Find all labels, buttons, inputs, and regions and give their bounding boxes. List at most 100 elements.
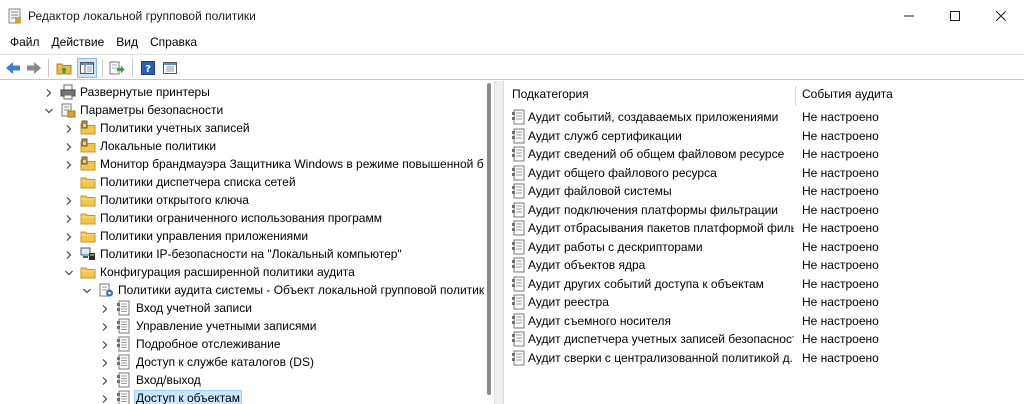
tree-node[interactable]: Параметры безопасности [44,101,224,119]
list-item[interactable]: Аудит диспетчера учетных записей безопас… [504,330,1024,348]
tree-node[interactable]: Управление учетными записями [100,317,317,335]
show-hide-tree-icon [80,62,94,74]
chevron-down-icon[interactable] [64,267,74,277]
menu-view[interactable]: Вид [110,35,144,49]
tree-node-label: Политики ограниченного использования про… [100,211,382,225]
chevron-right-icon[interactable] [64,231,74,241]
tree-node[interactable]: Доступ к службе каталогов (DS) [100,353,315,371]
chevron-right-icon[interactable] [64,159,74,169]
show-hide-tree-button[interactable] [77,58,97,78]
tree-node[interactable]: Политики ограниченного использования про… [64,209,383,227]
list-item[interactable]: Аудит съемного носителя Не настроено [504,312,1024,330]
chevron-right-icon[interactable] [100,357,110,367]
tree-node-label: Политики открытого ключа [100,193,249,207]
maximize-button[interactable] [932,0,978,32]
list-item[interactable]: Аудит событий, создаваемых приложениями Н… [504,108,1024,126]
tree-node-label: Политики IP-безопасности на "Локальный к… [100,247,402,261]
list-item[interactable]: Аудит сверки с централизованной политико… [504,349,1024,367]
chevron-right-icon[interactable] [64,213,74,223]
tree-node[interactable]: Политики учетных записей [64,119,251,137]
column-header-audit-events[interactable]: События аудита [802,87,893,101]
menu-file[interactable]: Файл [4,35,46,49]
tree-node[interactable]: Вход/выход [100,371,202,389]
console-tree[interactable]: Развернутые принтеры Параметры безопаснос… [0,81,494,404]
tree-node-label: Подробное отслеживание [136,337,281,351]
list-item[interactable]: Аудит общего файлового ресурса Не настрое… [504,164,1024,182]
expander-placeholder [64,177,74,187]
tree-node[interactable]: Конфигурация расширенной политики аудита [64,263,356,281]
audit-setting-icon [511,202,525,218]
tree-node[interactable]: Политики IP-безопасности на "Локальный к… [64,245,403,263]
help-button[interactable]: ? [138,58,158,78]
chevron-right-icon[interactable] [64,141,74,151]
chevron-right-icon[interactable] [100,321,110,331]
tree-node[interactable]: Локальные политики [64,137,217,155]
tree-node[interactable]: Подробное отслеживание [100,335,282,353]
column-header-subcategory[interactable]: Подкатегория [512,87,589,101]
chevron-down-icon[interactable] [82,285,92,295]
back-button[interactable] [3,58,23,78]
column-separator[interactable] [795,86,796,106]
minimize-button[interactable] [886,0,932,32]
list-item[interactable]: Аудит работы с дескрипторами Не настроено [504,238,1024,256]
list-item[interactable]: Аудит реестра Не настроено [504,293,1024,311]
security-settings-icon [60,102,76,118]
policy-name: Аудит диспетчера учетных записей безопас… [528,332,794,346]
tree-node[interactable]: Развернутые принтеры [44,83,211,101]
audit-setting-icon [511,220,525,236]
up-one-level-button[interactable] [54,58,74,78]
list-item[interactable]: Аудит объектов ядра Не настроено [504,256,1024,274]
pane-splitter[interactable] [494,81,504,404]
close-button[interactable] [978,0,1024,32]
toolbar-separator [102,59,103,77]
chevron-right-icon[interactable] [64,249,74,259]
tree-scrollbar-thumb[interactable] [487,83,491,395]
folder-icon [80,228,96,244]
chevron-right-icon[interactable] [44,87,54,97]
policy-name: Аудит съемного носителя [528,313,671,328]
list-item[interactable]: Аудит других событий доступа к объектам Н… [504,275,1024,293]
chevron-right-icon[interactable] [100,393,110,403]
list-item[interactable]: Аудит подключения платформы фильтрации Не… [504,201,1024,219]
tree-node-label: Политики учетных записей [100,121,250,135]
audit-setting-icon [511,313,525,329]
chevron-right-icon[interactable] [100,303,110,313]
audit-events-value: Не настроено [802,239,879,254]
tree-node-label: Монитор брандмауэра Защитника Windows в … [100,157,491,171]
list-item[interactable]: Аудит файловой системы Не настроено [504,182,1024,200]
policy-name: Аудит работы с дескрипторами [528,239,703,254]
chevron-down-icon[interactable] [44,105,54,115]
menu-action[interactable]: Действие [46,35,111,49]
toolbar: ? [0,54,1024,80]
tree-node[interactable]: Политики управления приложениями [64,227,309,245]
tree-scrollbar[interactable] [484,81,494,404]
properties-button[interactable] [160,58,180,78]
chevron-right-icon[interactable] [64,123,74,133]
audit-events-value: Не настроено [802,128,879,143]
audit-category-icon [116,354,132,370]
list-item[interactable]: Аудит сведений об общем файловом ресурсе… [504,145,1024,163]
chevron-right-icon[interactable] [100,375,110,385]
list-item[interactable]: Аудит отбрасывания пакетов платформой фи… [504,219,1024,237]
audit-category-icon [116,318,132,334]
forward-button[interactable] [24,58,44,78]
tree-node[interactable]: Политики открытого ключа [64,191,250,209]
tree-node[interactable]: Вход учетной записи [100,299,253,317]
tree-node[interactable]: Политики аудита системы - Объект локальн… [82,281,492,299]
folder-icon [80,210,96,226]
tree-node[interactable]: Монитор брандмауэра Защитника Windows в … [64,155,491,173]
tree-node-label: Доступ к объектам [134,390,242,404]
audit-events-value: Не настроено [802,110,879,124]
chevron-right-icon[interactable] [64,195,74,205]
audit-setting-icon [511,165,525,181]
list-item[interactable]: Аудит служб сертификации Не настроено [504,127,1024,145]
menu-help[interactable]: Справка [144,35,203,49]
tree-node[interactable]: Политики диспетчера списка сетей [64,173,297,191]
toolbar-separator [132,59,133,77]
audit-category-icon [116,300,132,316]
tree-node[interactable]: Доступ к объектам [100,389,242,404]
audit-events-value: Не настроено [802,221,879,235]
audit-setting-icon [511,146,525,162]
export-list-button[interactable] [107,58,127,78]
chevron-right-icon[interactable] [100,339,110,349]
